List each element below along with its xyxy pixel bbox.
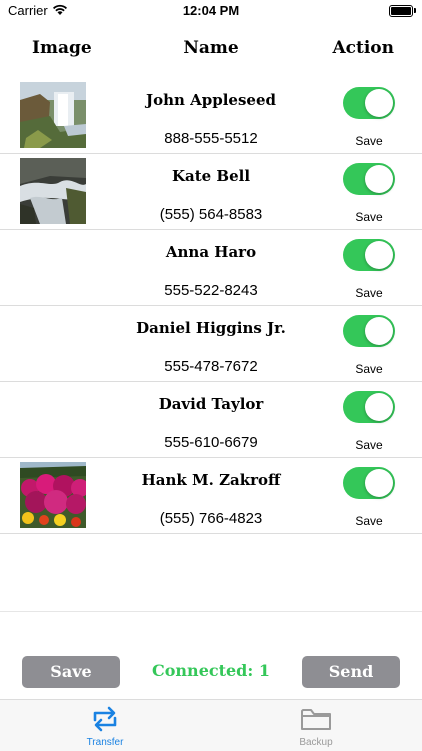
save-label: Save xyxy=(355,514,383,528)
save-label: Save xyxy=(355,210,383,224)
save-label: Save xyxy=(355,134,383,148)
save-label: Save xyxy=(355,438,383,452)
save-toggle[interactable] xyxy=(343,239,395,271)
status-bar: Carrier 12:04 PM xyxy=(0,0,422,24)
contact-list: John Appleseed 888-555-5512 Save Kate Be… xyxy=(0,78,422,534)
contact-row[interactable]: Daniel Higgins Jr. 555-478-7672 Save xyxy=(0,306,422,382)
save-label: Save xyxy=(355,286,383,300)
column-headers: Image Name Action xyxy=(0,38,422,62)
contact-row[interactable]: David Taylor 555-610-6679 Save xyxy=(0,382,422,458)
send-button[interactable]: Send xyxy=(302,656,400,688)
list-end-divider xyxy=(0,611,422,612)
save-toggle[interactable] xyxy=(343,163,395,195)
tab-transfer[interactable]: Transfer xyxy=(65,704,145,748)
tab-transfer-label: Transfer xyxy=(86,737,124,748)
contact-row[interactable]: John Appleseed 888-555-5512 Save xyxy=(0,78,422,154)
transfer-icon xyxy=(93,706,117,732)
contact-row[interactable]: Kate Bell (555) 564-8583 Save xyxy=(0,154,422,230)
save-toggle[interactable] xyxy=(343,315,395,347)
save-toggle[interactable] xyxy=(343,391,395,423)
save-label: Save xyxy=(355,362,383,376)
header-action: Action xyxy=(332,38,394,58)
save-toggle[interactable] xyxy=(343,467,395,499)
clock: 12:04 PM xyxy=(182,3,240,18)
battery-icon xyxy=(389,5,413,17)
tab-backup-label: Backup xyxy=(299,737,333,748)
battery-cap xyxy=(414,8,416,13)
contact-row[interactable]: Anna Haro 555-522-8243 Save xyxy=(0,230,422,306)
tab-backup[interactable]: Backup xyxy=(276,704,356,748)
folder-icon xyxy=(301,709,331,730)
save-toggle[interactable] xyxy=(343,87,395,119)
tab-bar: Transfer Backup xyxy=(0,699,422,751)
contact-row[interactable]: Hank M. Zakroff (555) 766-4823 Save xyxy=(0,458,422,534)
